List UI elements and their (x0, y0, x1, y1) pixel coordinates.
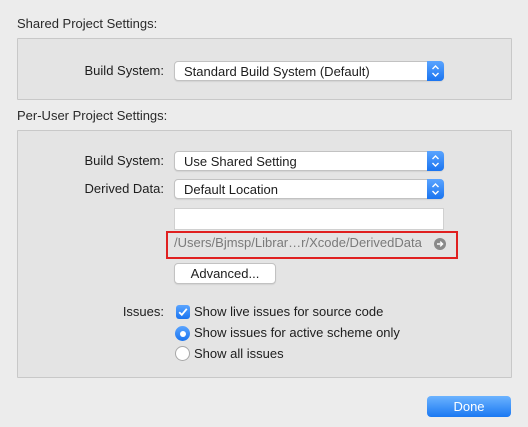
active-scheme-label[interactable]: Show issues for active scheme only (194, 325, 400, 340)
per-user-build-system-popup[interactable]: Use Shared Setting (174, 151, 444, 171)
shared-build-system-label: Build System: (84, 63, 164, 78)
done-button[interactable]: Done (427, 396, 511, 417)
shared-settings-title: Shared Project Settings: (17, 16, 158, 31)
derived-data-label: Derived Data: (84, 181, 164, 196)
per-user-settings-title: Per-User Project Settings: (17, 108, 168, 123)
per-user-build-system-label: Build System: (84, 153, 164, 168)
advanced-button[interactable]: Advanced... (174, 263, 276, 284)
checkmark-icon (178, 308, 188, 317)
shared-build-system-popup[interactable]: Standard Build System (Default) (174, 61, 444, 81)
live-issues-checkbox[interactable] (176, 305, 190, 319)
shared-build-system-value: Standard Build System (Default) (184, 64, 370, 79)
custom-path-field[interactable] (174, 208, 444, 230)
popup-stepper-icon (427, 61, 444, 81)
all-issues-label[interactable]: Show all issues (194, 346, 284, 361)
popup-stepper-icon (427, 151, 444, 171)
derived-data-popup[interactable]: Default Location (174, 179, 444, 199)
live-issues-label[interactable]: Show live issues for source code (194, 304, 383, 319)
per-user-build-system-value: Use Shared Setting (184, 154, 297, 169)
popup-stepper-icon (427, 179, 444, 199)
path-highlight-box (166, 231, 458, 259)
issues-label: Issues: (122, 304, 164, 319)
active-scheme-radio[interactable] (175, 326, 190, 341)
all-issues-radio[interactable] (175, 346, 190, 361)
derived-data-value: Default Location (184, 182, 278, 197)
